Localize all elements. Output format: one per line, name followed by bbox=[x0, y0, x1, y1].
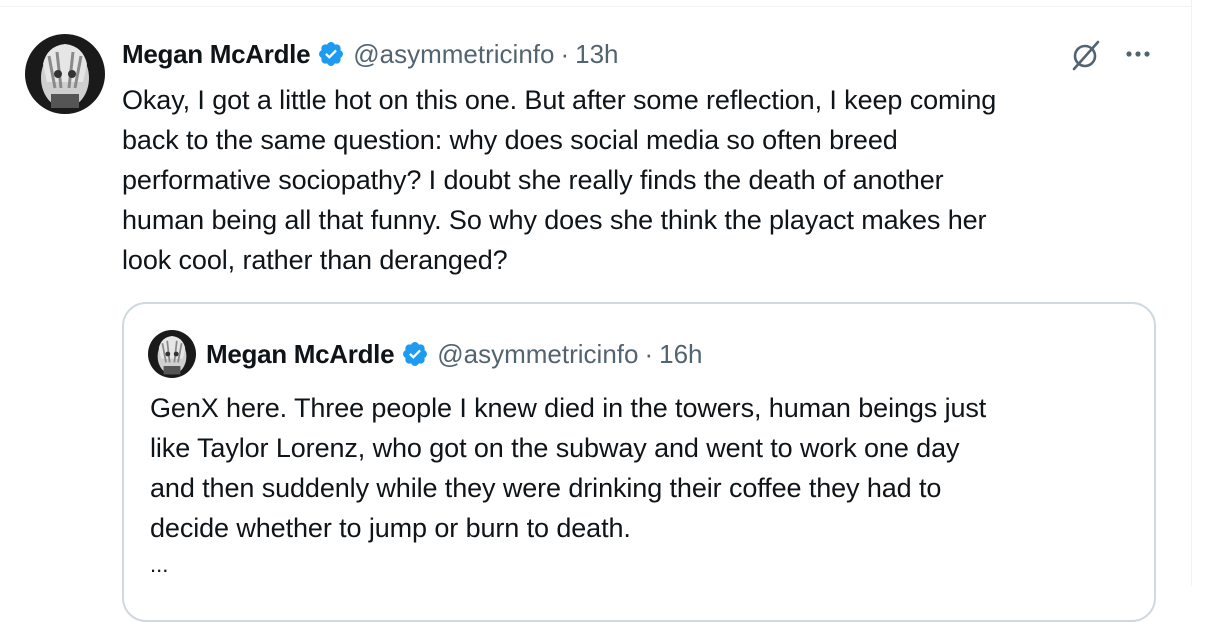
truncation-ellipsis: ... bbox=[150, 552, 169, 577]
avatar-image bbox=[25, 34, 105, 114]
timestamp[interactable]: 13h bbox=[575, 39, 618, 70]
tweet-text-line: look cool, rather than deranged? bbox=[122, 245, 508, 275]
top-divider bbox=[0, 6, 1192, 7]
quoted-text-line: and then suddenly while they were drinki… bbox=[150, 473, 942, 503]
quoted-tweet-text: GenX here. Three people I knew died in t… bbox=[150, 388, 1140, 548]
tweet-text-line: back to the same question: why does soci… bbox=[122, 125, 898, 155]
right-divider bbox=[1191, 0, 1192, 586]
quoted-avatar bbox=[148, 330, 196, 378]
verified-badge-icon bbox=[319, 42, 344, 66]
quoted-tweet-header: Megan McArdle @asymmetricinfo · 16h bbox=[206, 334, 703, 374]
quoted-tweet-card[interactable]: Megan McArdle @asymmetricinfo · 16h GenX… bbox=[122, 302, 1156, 622]
verified-badge-icon bbox=[403, 342, 428, 366]
quoted-author-handle: @asymmetricinfo bbox=[437, 338, 639, 369]
more-options-icon[interactable] bbox=[1120, 38, 1156, 68]
avatar[interactable] bbox=[25, 34, 105, 114]
quoted-text-line: GenX here. Three people I knew died in t… bbox=[150, 393, 987, 423]
separator-dot: · bbox=[644, 338, 654, 369]
author-name[interactable]: Megan McArdle bbox=[122, 39, 311, 70]
tweet-text-line: Okay, I got a little hot on this one. Bu… bbox=[122, 85, 997, 115]
tweet-text-line: human being all that funny. So why does … bbox=[122, 205, 987, 235]
quoted-text-line: decide whether to jump or burn to death. bbox=[150, 513, 631, 543]
tweet-header: Megan McArdle @asymmetricinfo · 13h bbox=[122, 36, 619, 72]
quoted-text-line: like Taylor Lorenz, who got on the subwa… bbox=[150, 433, 960, 463]
tweet-text: Okay, I got a little hot on this one. Bu… bbox=[122, 80, 1162, 280]
tweet-text-line: performative sociopathy? I doubt she rea… bbox=[122, 165, 944, 195]
quoted-avatar-image bbox=[148, 330, 196, 378]
grok-icon[interactable] bbox=[1068, 38, 1102, 72]
quoted-author-name: Megan McArdle bbox=[206, 338, 395, 369]
quoted-timestamp: 16h bbox=[659, 338, 703, 369]
author-handle[interactable]: @asymmetricinfo bbox=[353, 39, 554, 70]
separator-dot: · bbox=[560, 38, 570, 69]
